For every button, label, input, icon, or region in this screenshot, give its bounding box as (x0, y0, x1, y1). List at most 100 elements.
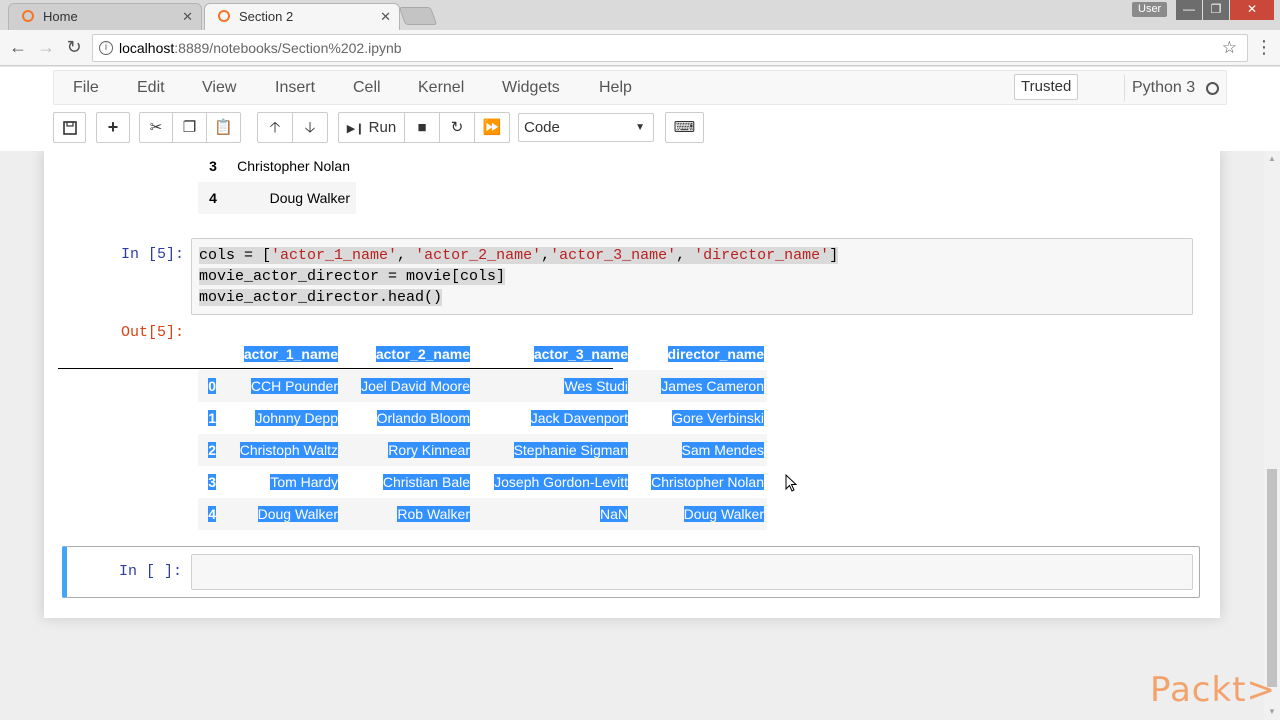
table-cell: Christopher Nolan (651, 474, 764, 490)
stop-icon: ■ (417, 119, 427, 136)
row-index: 2 (208, 442, 216, 458)
restart-button[interactable]: ↻ (439, 112, 475, 143)
column-header: actor_1_name (243, 346, 338, 362)
interrupt-button[interactable]: ■ (404, 112, 440, 143)
table-cell: Rob Walker (397, 506, 470, 522)
column-header: actor_2_name (375, 346, 470, 362)
table-cell: Joseph Gordon-Levitt (494, 474, 628, 490)
menu-edit[interactable]: Edit (137, 71, 165, 104)
window-close-icon[interactable]: ✕ (1230, 0, 1274, 20)
command-palette-button[interactable]: ⌨ (665, 112, 704, 143)
notebook-container: 3 Christopher Nolan 4 Doug Walker In [5]… (0, 151, 1264, 720)
table-cell: Johnny Depp (255, 410, 338, 426)
row-index: 3 (208, 474, 216, 490)
minimize-icon[interactable]: — (1176, 0, 1202, 20)
trusted-badge[interactable]: Trusted (1014, 74, 1079, 100)
arrow-down-icon: 🡣 (304, 119, 316, 136)
column-header: director_name (667, 346, 764, 362)
browser-address-bar: ← → ↻ i localhost:8889/notebooks/Section… (0, 30, 1280, 66)
keyboard-icon: ⌨ (673, 119, 696, 136)
arrow-up-icon: 🡡 (269, 119, 281, 136)
scissors-icon: ✂ (149, 119, 163, 136)
move-up-button[interactable]: 🡡 (257, 112, 293, 143)
column-header: actor_3_name (533, 346, 628, 362)
table-cell: Doug Walker (257, 506, 338, 522)
cut-button[interactable]: ✂ (139, 112, 173, 143)
cell-type-value: Code (524, 119, 560, 136)
reload-icon[interactable]: ↻ (62, 35, 86, 59)
table-cell: Jack Davenport (530, 410, 628, 426)
code-editor[interactable]: cols = ['actor_1_name', 'actor_2_name','… (199, 245, 839, 308)
menu-view[interactable]: View (202, 71, 236, 104)
notebook-toolbar: + ✂ ❐ 📋 🡡 🡣 ▶❙ Run ■ ↻ ⏩ Code ▼ ⌨ (53, 112, 713, 144)
paste-button[interactable]: 📋 (206, 112, 241, 143)
close-icon[interactable]: ✕ (380, 4, 391, 30)
menu-file[interactable]: File (73, 71, 99, 104)
user-badge[interactable]: User (1132, 2, 1168, 17)
save-button[interactable] (53, 112, 86, 143)
table-row: 0 CCH Pounder Joel David Moore Wes Studi… (198, 370, 767, 402)
table-cell: NaN (599, 506, 628, 522)
row-index: 1 (208, 410, 216, 426)
move-down-button[interactable]: 🡣 (292, 112, 328, 143)
menu-help[interactable]: Help (599, 71, 632, 104)
run-button[interactable]: ▶❙ Run (338, 112, 405, 143)
step-forward-icon: ▶❙ (346, 123, 365, 135)
table-cell: Wes Studi (564, 378, 628, 394)
kernel-status-icon (1206, 82, 1219, 95)
copy-button[interactable]: ❐ (172, 112, 207, 143)
output-prompt: Out[5]: (120, 324, 184, 341)
bookmark-star-icon[interactable]: ☆ (1222, 35, 1237, 61)
table-cell: Stephanie Sigman (513, 442, 628, 458)
table-cell: Rory Kinnear (388, 442, 470, 458)
mouse-pointer-icon (785, 474, 798, 492)
menu-kernel[interactable]: Kernel (418, 71, 464, 104)
notebook-page: 3 Christopher Nolan 4 Doug Walker In [5]… (44, 151, 1220, 618)
code-editor[interactable] (191, 554, 1193, 590)
insert-cell-button[interactable]: + (96, 112, 130, 143)
close-icon[interactable]: ✕ (182, 4, 193, 30)
kernel-name: Python 3 (1124, 75, 1195, 101)
restart-icon: ↻ (450, 119, 464, 136)
prev-output-row: 4 Doug Walker (198, 182, 356, 214)
run-label: Run (368, 119, 397, 136)
table-cell: Christoph Waltz (239, 442, 338, 458)
url-input[interactable]: i localhost:8889/notebooks/Section%202.i… (92, 34, 1248, 62)
back-arrow-icon[interactable]: ← (6, 35, 30, 59)
row-index: 0 (208, 378, 216, 394)
new-tab-button[interactable] (398, 7, 438, 25)
copy-icon: ❐ (182, 119, 197, 136)
tab-title: Section 2 (239, 9, 294, 24)
table-row: 4 Doug Walker Rob Walker NaN Doug Walker (198, 498, 767, 530)
table-cell: CCH Pounder (250, 378, 338, 394)
info-icon[interactable]: i (99, 41, 113, 55)
table-row: 2 Christoph Waltz Rory Kinnear Stephanie… (198, 434, 767, 466)
menu-cell[interactable]: Cell (353, 71, 381, 104)
page-scrollbar[interactable]: ▲ ▼ (1264, 151, 1280, 720)
tab-title: Home (43, 9, 78, 24)
input-prompt: In [5]: (120, 246, 184, 263)
table-cell: Doug Walker (683, 506, 764, 522)
input-prompt: In [ ]: (118, 563, 182, 580)
menu-widgets[interactable]: Widgets (502, 71, 560, 104)
browser-tab-bar: Home ✕ Section 2 ✕ User — ❐ ✕ (0, 0, 1280, 30)
code-cell-input[interactable]: cols = ['actor_1_name', 'actor_2_name','… (191, 238, 1193, 315)
table-cell: Orlando Bloom (376, 410, 470, 426)
run-all-button[interactable]: ⏩ (474, 112, 510, 143)
browser-tab-home[interactable]: Home ✕ (8, 3, 202, 30)
browser-menu-icon[interactable]: ⋮ (1254, 36, 1274, 58)
scroll-up-icon[interactable]: ▲ (1264, 151, 1280, 167)
restore-icon[interactable]: ❐ (1203, 0, 1229, 20)
packt-watermark: Packt> (1150, 670, 1277, 710)
scrollbar-thumb[interactable] (1267, 469, 1277, 687)
active-code-cell[interactable]: In [ ]: (62, 546, 1200, 598)
paste-icon: 📋 (214, 119, 233, 136)
jupyter-icon (218, 10, 230, 22)
chevron-down-icon: ▼ (635, 122, 645, 133)
fast-forward-icon: ⏩ (482, 119, 502, 136)
menu-insert[interactable]: Insert (275, 71, 315, 104)
browser-tab-section-2[interactable]: Section 2 ✕ (204, 3, 400, 30)
forward-arrow-icon[interactable]: → (34, 35, 58, 59)
table-cell: Gore Verbinski (672, 410, 764, 426)
cell-type-select[interactable]: Code ▼ (518, 113, 654, 142)
